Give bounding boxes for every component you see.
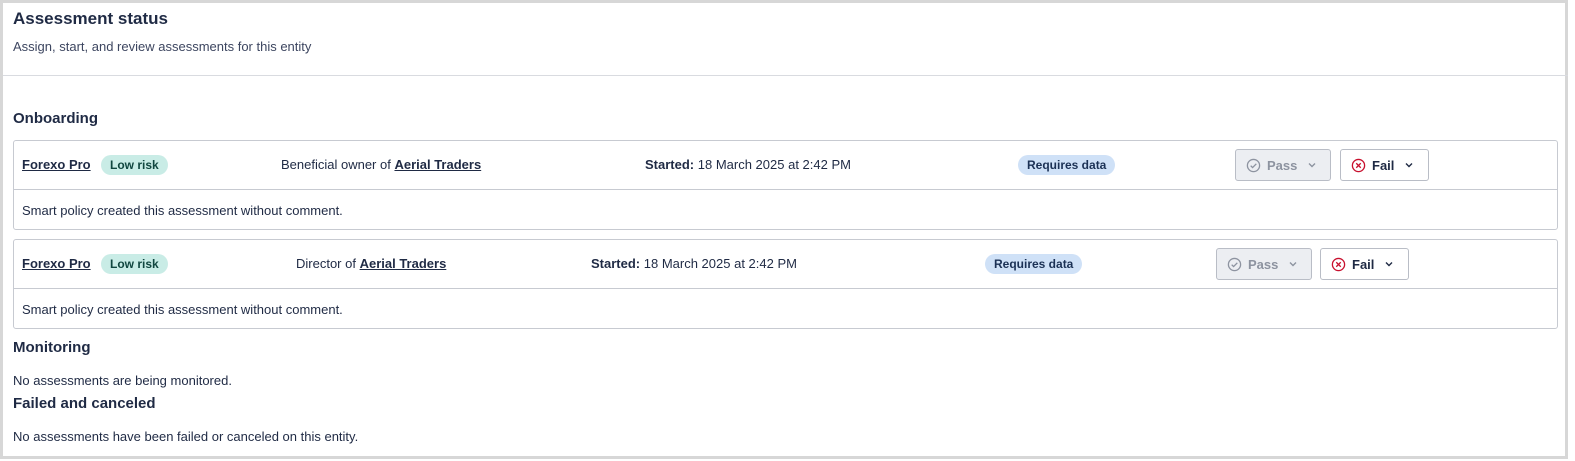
started-label: Started: [591,256,641,271]
section-title-failed-canceled: Failed and canceled [13,395,156,412]
section-title-monitoring: Monitoring [13,339,91,356]
pass-button[interactable]: Pass [1216,248,1312,280]
relation-entity-link[interactable]: Aerial Traders [394,157,481,172]
assessment-card: Forexo Pro Low risk Director of Aerial T… [13,239,1558,329]
pass-button[interactable]: Pass [1235,149,1331,181]
started-label: Started: [645,157,695,172]
risk-badge: Low risk [101,254,168,274]
relation-prefix: Beneficial owner of [281,157,391,172]
relation-prefix: Director of [296,256,356,271]
assessment-name-link[interactable]: Forexo Pro [22,157,91,172]
status-badge: Requires data [985,254,1083,274]
started-value: 18 March 2025 at 2:42 PM [697,157,851,172]
assessment-row: Forexo Pro Low risk Beneficial owner of … [14,141,1557,190]
chevron-down-icon [1405,163,1413,168]
fail-button[interactable]: Fail [1320,248,1409,280]
started-text: Started: 18 March 2025 at 2:42 PM [645,157,851,172]
failed-empty-text: No assessments have been failed or cance… [13,429,359,444]
chevron-down-icon [1385,262,1393,267]
assessment-card: Forexo Pro Low risk Beneficial owner of … [13,140,1558,230]
assessment-comment: Smart policy created this assessment wit… [22,302,343,317]
fail-label: Fail [1372,157,1395,173]
check-circle-icon [1227,257,1242,271]
section-title-onboarding: Onboarding [13,110,98,127]
pass-label: Pass [1267,157,1298,173]
x-circle-icon [1331,257,1346,271]
relation-text: Beneficial owner of Aerial Traders [281,157,481,172]
started-text: Started: 18 March 2025 at 2:42 PM [591,256,797,271]
page-title: Assessment status [13,9,168,28]
x-circle-icon [1351,158,1366,172]
assessment-comment: Smart policy created this assessment wit… [22,203,343,218]
fail-button[interactable]: Fail [1340,149,1429,181]
assessment-row: Forexo Pro Low risk Director of Aerial T… [14,240,1557,289]
fail-label: Fail [1352,256,1375,272]
header-divider [3,75,1568,76]
assessment-name-link[interactable]: Forexo Pro [22,256,91,271]
panel-header: Assessment status Assign, start, and rev… [13,9,311,54]
status-badge: Requires data [1018,155,1116,175]
chevron-down-icon [1289,262,1297,267]
started-value: 18 March 2025 at 2:42 PM [643,256,797,271]
relation-text: Director of Aerial Traders [296,256,446,271]
assessment-status-panel: Assessment status Assign, start, and rev… [0,0,1568,459]
chevron-down-icon [1308,163,1316,168]
page-subtitle: Assign, start, and review assessments fo… [13,39,312,54]
monitoring-empty-text: No assessments are being monitored. [13,373,232,388]
risk-badge: Low risk [101,155,168,175]
pass-label: Pass [1248,256,1279,272]
relation-entity-link[interactable]: Aerial Traders [360,256,447,271]
check-circle-icon [1246,158,1261,172]
